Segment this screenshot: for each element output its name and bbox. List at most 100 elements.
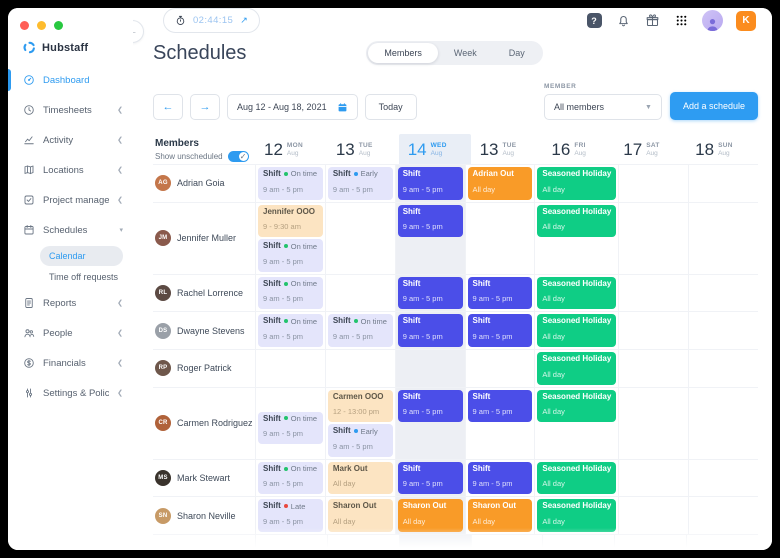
schedule-cell[interactable] [618, 312, 688, 349]
add-schedule-button[interactable]: Add a schedule [670, 92, 758, 120]
schedule-cell[interactable] [618, 350, 688, 387]
schedule-cell[interactable]: Shift 9 am - 5 pm [395, 312, 465, 349]
prev-week-button[interactable]: ← [153, 94, 183, 120]
schedule-cell[interactable]: Sharon Out All day [465, 497, 535, 534]
schedule-cell[interactable]: ShiftOn time 9 am - 5 pm [255, 275, 325, 312]
schedule-cell[interactable]: ShiftOn time 9 am - 5 pm [325, 312, 395, 349]
sidebar-item-locations[interactable]: Locations ❮ [8, 155, 133, 185]
schedule-cell[interactable]: Shift 9 am - 5 pm [395, 460, 465, 497]
schedule-chip[interactable]: ShiftLate 9 am - 5 pm [258, 499, 323, 532]
schedule-cell[interactable]: Shift 9 am - 5 pm [395, 203, 465, 274]
schedule-cell[interactable]: Carmen OOO 12 - 13:00 pmShiftEarly 9 am … [325, 388, 395, 459]
sidebar-subitem-calendar[interactable]: Calendar [40, 246, 123, 266]
schedule-chip[interactable]: ShiftOn time 9 am - 5 pm [258, 462, 323, 495]
schedule-chip[interactable]: ShiftOn time 9 am - 5 pm [258, 239, 323, 272]
member-select[interactable]: All members ▼ [544, 94, 662, 120]
schedule-cell[interactable] [618, 388, 688, 459]
schedule-cell[interactable] [395, 350, 465, 387]
sidebar-item-dashboard[interactable]: Dashboard [8, 65, 133, 95]
today-button[interactable]: Today [365, 94, 417, 120]
schedule-cell[interactable] [255, 350, 325, 387]
schedule-cell[interactable] [688, 460, 758, 497]
schedule-cell[interactable]: Sharon Out All day [395, 497, 465, 534]
schedule-chip[interactable]: ShiftOn time 9 am - 5 pm [258, 277, 323, 310]
schedule-chip[interactable]: Carmen OOO 12 - 13:00 pm [328, 390, 393, 423]
schedule-cell[interactable]: Seasoned Holiday All day [534, 275, 618, 312]
schedule-cell[interactable] [618, 275, 688, 312]
sidebar-item-settings-policies[interactable]: Settings & Policies ❮ [8, 378, 133, 408]
schedule-chip[interactable]: Seasoned Holiday All day [537, 352, 616, 385]
schedule-cell[interactable]: Shift 9 am - 5 pm [465, 275, 535, 312]
schedule-cell[interactable]: Seasoned Holiday All day [534, 312, 618, 349]
sidebar-item-activity[interactable]: Activity ❮ [8, 125, 133, 155]
schedule-chip[interactable]: Seasoned Holiday All day [537, 277, 616, 310]
schedule-cell[interactable] [465, 350, 535, 387]
zoom-window-button[interactable] [54, 21, 63, 30]
schedule-cell[interactable] [618, 460, 688, 497]
schedule-chip[interactable]: Shift 9 am - 5 pm [398, 277, 463, 310]
schedule-cell[interactable]: Seasoned Holiday All day [534, 460, 618, 497]
schedule-cell[interactable] [465, 203, 535, 274]
schedule-cell[interactable] [688, 275, 758, 312]
schedule-chip[interactable]: Shift 9 am - 5 pm [468, 462, 533, 495]
sidebar-item-financials[interactable]: Financials ❮ [8, 348, 133, 378]
schedule-chip[interactable]: ShiftOn time 9 am - 5 pm [258, 412, 323, 445]
schedule-cell[interactable]: Adrian Out All day [465, 165, 535, 202]
schedule-cell[interactable]: Shift 9 am - 5 pm [465, 460, 535, 497]
schedule-cell[interactable]: Shift 9 am - 5 pm [465, 388, 535, 459]
minimize-window-button[interactable] [37, 21, 46, 30]
schedule-cell[interactable]: Seasoned Holiday All day [534, 497, 618, 534]
schedule-cell[interactable]: Shift 9 am - 5 pm [395, 275, 465, 312]
tab-members[interactable]: Members [368, 43, 438, 63]
schedule-cell[interactable]: ShiftOn time 9 am - 5 pm [255, 388, 325, 459]
timer-widget[interactable]: 02:44:15 ↗ [163, 8, 260, 33]
schedule-chip[interactable]: Sharon Out All day [398, 499, 463, 532]
schedule-cell[interactable]: ShiftOn time 9 am - 5 pm [255, 165, 325, 202]
brand[interactable]: Hubstaff [8, 36, 133, 65]
schedule-chip[interactable]: Sharon Out All day [468, 499, 533, 532]
schedule-cell[interactable]: Mark Out All day [325, 460, 395, 497]
sidebar-item-timesheets[interactable]: Timesheets ❮ [8, 95, 133, 125]
user-avatar[interactable] [702, 10, 723, 31]
schedule-chip[interactable]: Seasoned Holiday All day [537, 462, 616, 495]
next-week-button[interactable]: → [190, 94, 220, 120]
schedule-cell[interactable] [688, 497, 758, 534]
schedule-chip[interactable]: Shift 9 am - 5 pm [398, 167, 463, 200]
schedule-cell[interactable]: ShiftOn time 9 am - 5 pm [255, 312, 325, 349]
show-unscheduled-toggle[interactable]: ✓ [228, 151, 249, 162]
sidebar-item-people[interactable]: People ❮ [8, 318, 133, 348]
apps-grid-icon[interactable] [673, 13, 689, 29]
schedule-cell[interactable]: ShiftLate 9 am - 5 pm [255, 497, 325, 534]
schedule-cell[interactable] [618, 165, 688, 202]
schedule-cell[interactable] [618, 203, 688, 274]
schedule-chip[interactable]: Seasoned Holiday All day [537, 390, 616, 423]
schedule-cell[interactable] [688, 388, 758, 459]
schedule-cell[interactable]: Shift 9 am - 5 pm [465, 312, 535, 349]
schedule-chip[interactable]: Seasoned Holiday All day [537, 205, 616, 238]
schedule-chip[interactable]: Shift 9 am - 5 pm [398, 390, 463, 423]
schedule-cell[interactable]: ShiftEarly 9 am - 5 pm [325, 165, 395, 202]
schedule-chip[interactable]: ShiftEarly 9 am - 5 pm [328, 167, 393, 200]
schedule-cell[interactable] [688, 350, 758, 387]
sidebar-subitem-time-off-requests[interactable]: Time off requests [40, 267, 123, 287]
schedule-chip[interactable]: ShiftEarly 9 am - 5 pm [328, 424, 393, 457]
schedule-cell[interactable]: Seasoned Holiday All day [534, 350, 618, 387]
sidebar-item-reports[interactable]: Reports ❮ [8, 288, 133, 318]
schedule-cell[interactable]: Seasoned Holiday All day [534, 388, 618, 459]
schedule-cell[interactable]: ShiftOn time 9 am - 5 pm [255, 460, 325, 497]
tab-day[interactable]: Day [493, 43, 541, 63]
open-timer-icon[interactable]: ↗ [240, 15, 248, 26]
schedule-cell[interactable] [688, 165, 758, 202]
schedule-cell[interactable]: Seasoned Holiday All day [534, 165, 618, 202]
schedule-chip[interactable]: Seasoned Holiday All day [537, 167, 616, 200]
schedule-chip[interactable]: Shift 9 am - 5 pm [468, 390, 533, 423]
schedule-chip[interactable]: ShiftOn time 9 am - 5 pm [258, 167, 323, 200]
schedule-cell[interactable] [325, 350, 395, 387]
schedule-cell[interactable] [688, 312, 758, 349]
schedule-cell[interactable]: Shift 9 am - 5 pm [395, 165, 465, 202]
schedule-cell[interactable]: Sharon Out All day [325, 497, 395, 534]
schedule-cell[interactable] [688, 203, 758, 274]
bell-icon[interactable] [615, 13, 631, 29]
schedule-chip[interactable]: ShiftOn time 9 am - 5 pm [328, 314, 393, 347]
date-range-picker[interactable]: Aug 12 - Aug 18, 2021 [227, 94, 358, 120]
